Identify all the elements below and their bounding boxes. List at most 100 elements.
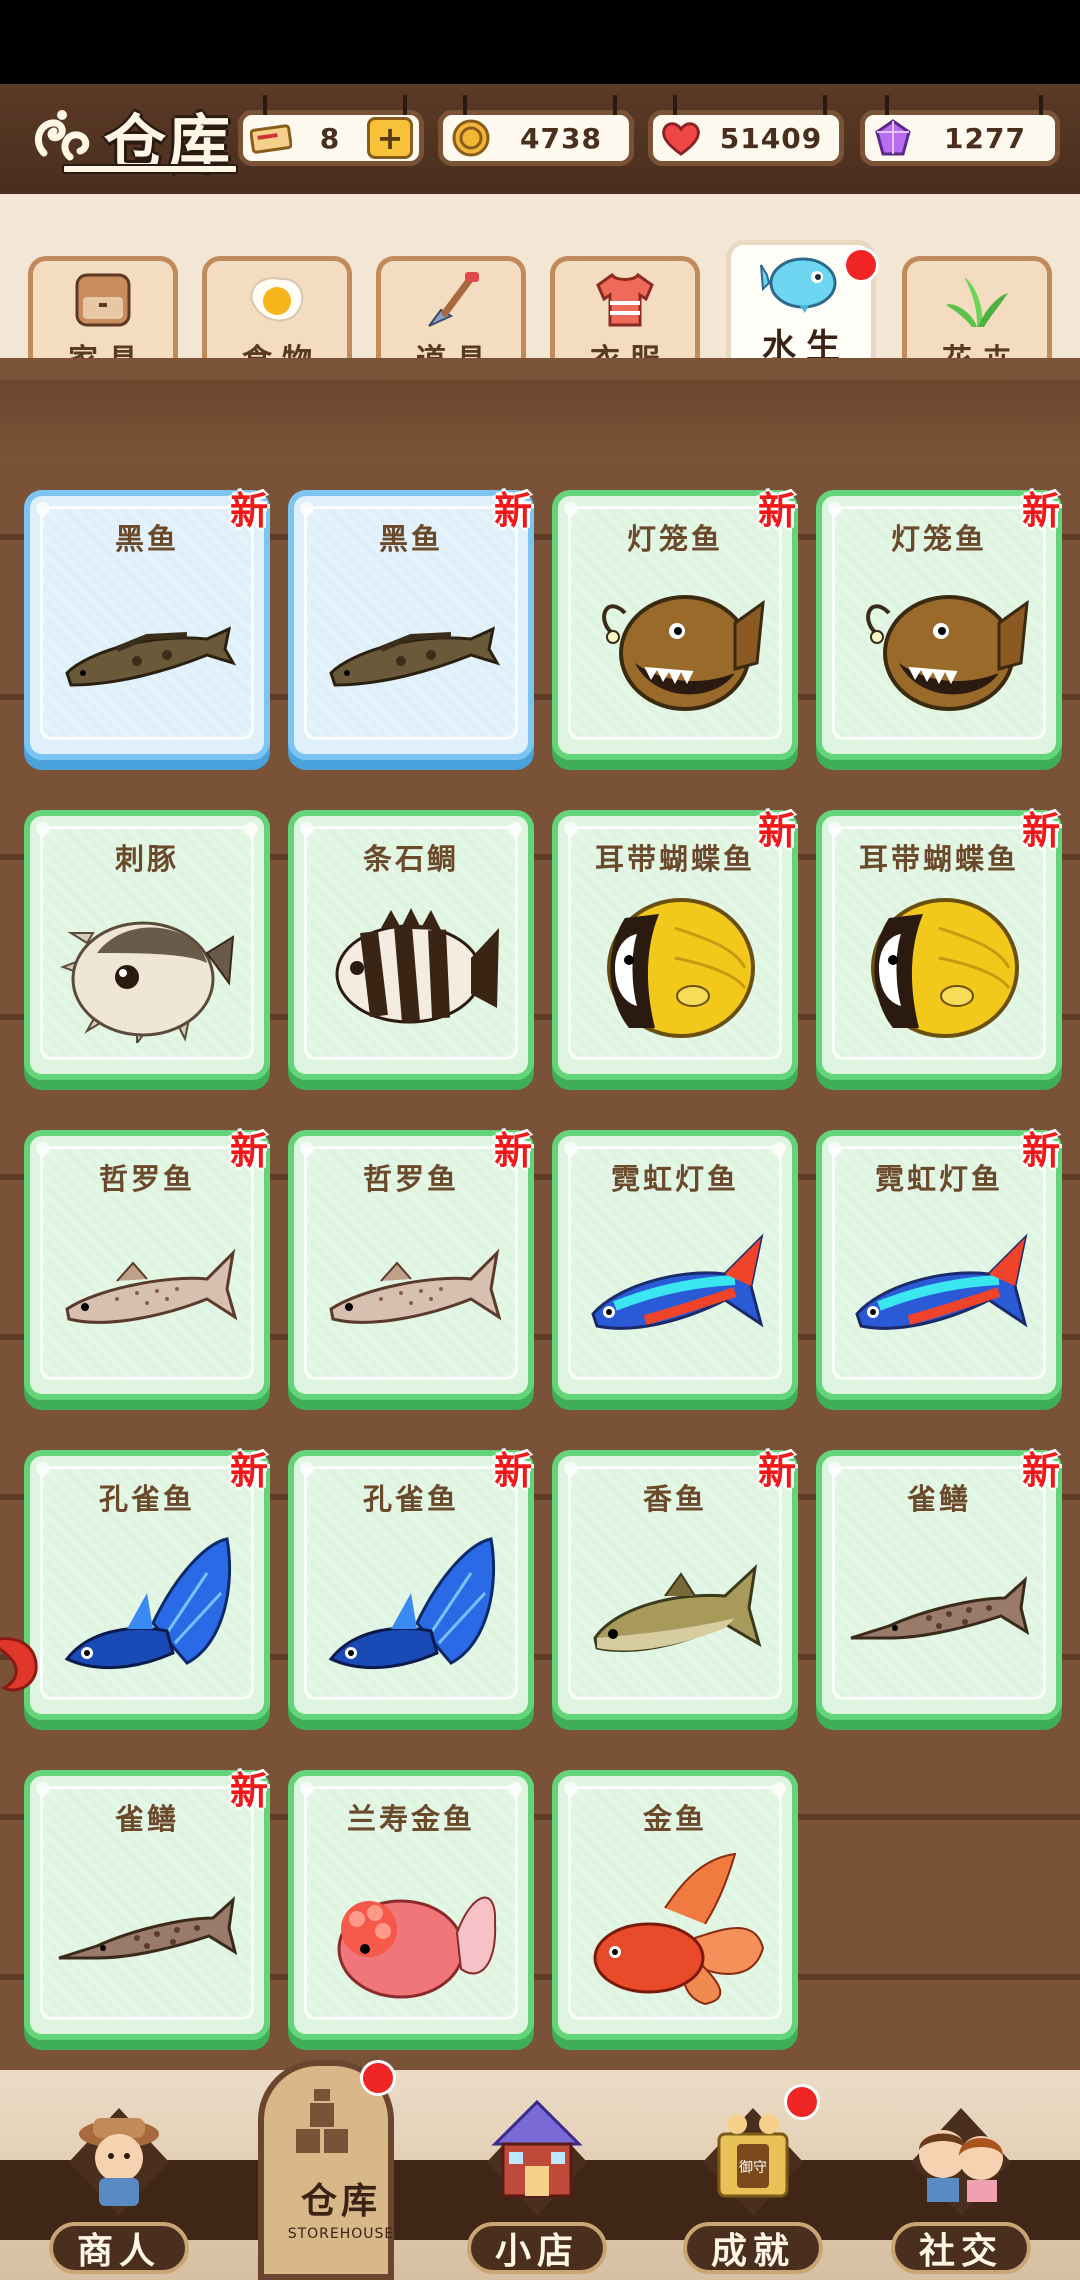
new-badge: 新	[1021, 809, 1060, 853]
gar-icon	[50, 1848, 244, 2008]
social-icon	[901, 2088, 1021, 2218]
nav-storehouse[interactable]: 仓库 STOREHOUSE	[256, 2060, 426, 2280]
tab-clothes[interactable]: 衣服	[550, 256, 700, 382]
add-ticket-button[interactable]: +	[367, 117, 413, 159]
item-name: 灯笼鱼	[890, 522, 987, 556]
top-bar: 仓库 8 + 4738 51409 1277	[0, 84, 1080, 200]
shirt-icon	[590, 271, 660, 329]
shop-icon	[477, 2088, 597, 2218]
item-name: 黑鱼	[114, 522, 179, 556]
inventory-item-card[interactable]: 雀鳝 新	[816, 1449, 1062, 1720]
gem-icon	[871, 118, 915, 158]
gar-icon	[842, 1528, 1036, 1688]
anglerfish-icon	[578, 568, 772, 728]
taimen-icon	[50, 1208, 244, 1368]
nav-social[interactable]: 社交	[876, 2070, 1046, 2280]
item-name: 雀鳝	[114, 1802, 179, 1836]
ayu-icon	[578, 1528, 772, 1688]
inventory-item-card[interactable]: 黑鱼 新	[24, 489, 270, 760]
heart-counter: 51409	[648, 95, 844, 166]
tab-tools[interactable]: 道具	[376, 256, 526, 382]
neon-tetra-icon	[578, 1208, 772, 1368]
tab-furniture[interactable]: 家具	[28, 256, 178, 382]
nav-shop[interactable]: 小店	[452, 2070, 622, 2280]
new-badge: 新	[493, 1129, 532, 1173]
ticket-counter: 8 +	[238, 95, 424, 166]
corner-rivet	[300, 502, 314, 516]
corner-rivet	[244, 822, 258, 836]
inventory-item-card[interactable]: 哲罗鱼新	[288, 1129, 534, 1400]
corner-rivet	[36, 1462, 50, 1476]
new-badge: 新	[493, 1449, 532, 1493]
item-name: 雀鳝	[906, 1482, 971, 1516]
new-badge: 新	[1021, 1129, 1060, 1173]
item-name: 霓虹灯鱼	[610, 1162, 739, 1196]
inventory-item-card[interactable]: 条石鲷	[288, 810, 534, 1080]
inventory-item-card[interactable]: 黑鱼 新	[288, 489, 534, 760]
nav-achievement[interactable]: 御守 成就	[668, 2070, 838, 2280]
corner-rivet	[36, 1142, 50, 1156]
inventory-item-card[interactable]: 孔雀鱼新	[288, 1449, 534, 1720]
inventory-item-card[interactable]: 霓虹灯鱼	[552, 1130, 798, 1400]
item-name: 金鱼	[642, 1802, 707, 1836]
inventory-item-card[interactable]: 金鱼	[552, 1770, 798, 2040]
ticket-icon	[249, 118, 293, 158]
inventory-item-card[interactable]: 耳带蝴蝶鱼新	[816, 809, 1062, 1080]
item-name: 黑鱼	[378, 522, 443, 556]
striped-beakfish-icon	[314, 888, 508, 1048]
item-name: 条石鲷	[362, 842, 459, 876]
item-name: 耳带蝴蝶鱼	[594, 842, 755, 876]
inventory-item-card[interactable]: 香鱼 新	[552, 1449, 798, 1720]
shrimp-float-icon[interactable]	[0, 1630, 46, 1696]
item-name: 哲罗鱼	[98, 1162, 195, 1196]
corner-rivet	[36, 822, 50, 836]
corner-rivet	[772, 1142, 786, 1156]
notification-dot	[784, 2084, 820, 2120]
new-badge: 新	[757, 489, 796, 533]
heart-icon	[659, 118, 703, 158]
corner-rivet	[508, 822, 522, 836]
title-underline	[62, 164, 238, 174]
corner-rivet	[300, 1142, 314, 1156]
new-badge: 新	[757, 1449, 796, 1493]
corner-rivet	[564, 1462, 578, 1476]
item-name: 孔雀鱼	[362, 1482, 459, 1516]
item-name: 灯笼鱼	[626, 522, 723, 556]
corner-rivet	[300, 1782, 314, 1796]
corner-rivet	[564, 822, 578, 836]
corner-rivet	[36, 1782, 50, 1796]
inventory-item-card[interactable]: 耳带蝴蝶鱼新	[552, 809, 798, 1080]
svg-text:御守: 御守	[739, 2160, 767, 2176]
inventory-item-card[interactable]: 哲罗鱼新	[24, 1129, 270, 1400]
corner-rivet	[564, 1142, 578, 1156]
tab-food[interactable]: 食物	[202, 256, 352, 382]
inventory-item-card[interactable]: 雀鳝 新	[24, 1769, 270, 2040]
notification-dot	[843, 247, 879, 283]
snakehead-icon	[314, 568, 508, 728]
inventory-item-card[interactable]: 灯笼鱼新	[552, 489, 798, 760]
corner-rivet	[564, 502, 578, 516]
butterflyfish-icon	[578, 888, 772, 1048]
corner-rivet	[300, 822, 314, 836]
ranchu-goldfish-icon	[314, 1848, 508, 2008]
coin-icon	[449, 118, 493, 158]
item-name: 香鱼	[642, 1482, 707, 1516]
inventory-item-card[interactable]: 霓虹灯鱼新	[816, 1129, 1062, 1400]
new-badge: 新	[229, 1449, 268, 1493]
nav-merchant[interactable]: 商人	[34, 2070, 204, 2280]
status-bar	[0, 0, 1080, 84]
gem-counter: 1277	[860, 95, 1060, 166]
inventory-item-card[interactable]: 兰寿金鱼	[288, 1770, 534, 2040]
storehouse-icon	[264, 2080, 384, 2170]
merchant-icon	[59, 2088, 179, 2218]
inventory-item-card[interactable]: 孔雀鱼新	[24, 1449, 270, 1720]
inventory-item-card[interactable]: 刺豚	[24, 810, 270, 1080]
inventory-item-card[interactable]: 灯笼鱼新	[816, 489, 1062, 760]
tab-aquatic[interactable]: 水生	[726, 240, 879, 382]
new-badge: 新	[757, 809, 796, 853]
category-tabs: 家具 食物 道具 衣服 水生 花卉	[0, 194, 1080, 382]
guppy-icon	[50, 1528, 244, 1688]
new-badge: 新	[229, 1769, 268, 1813]
tab-flowers[interactable]: 花卉	[902, 256, 1052, 382]
item-name: 哲罗鱼	[362, 1162, 459, 1196]
